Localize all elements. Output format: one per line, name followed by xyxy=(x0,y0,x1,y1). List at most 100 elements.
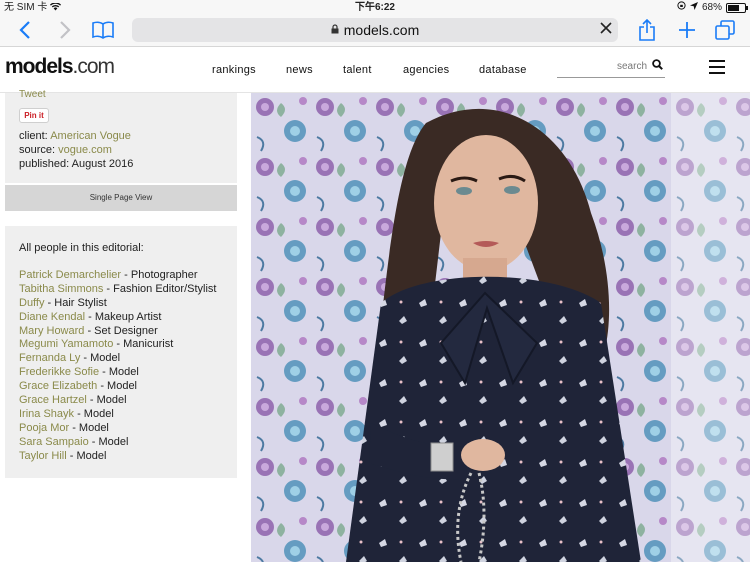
person-name-link[interactable]: Grace Elizabeth xyxy=(19,380,97,392)
person-name-link[interactable]: Megumi Yamamoto xyxy=(19,338,113,350)
forward-button[interactable] xyxy=(54,17,76,43)
tabs-icon xyxy=(715,20,735,40)
person-role: - Makeup Artist xyxy=(85,310,162,323)
person-name-link[interactable]: Irina Shayk xyxy=(19,408,74,420)
person-name-link[interactable]: Fernanda Ly xyxy=(19,352,80,364)
source-row: source: vogue.com xyxy=(19,144,112,156)
person-role: - Manicurist xyxy=(113,338,174,351)
back-button[interactable] xyxy=(14,17,36,43)
bookmarks-button[interactable] xyxy=(90,17,116,43)
book-icon xyxy=(92,21,114,39)
person-name-link[interactable]: Grace Hartzel xyxy=(19,394,87,406)
menu-bar xyxy=(709,60,725,62)
logo-main: models xyxy=(5,55,74,78)
people-list-item: Pooja Mor - Model xyxy=(19,422,216,436)
person-name-link[interactable]: Frederikke Sofie xyxy=(19,366,99,378)
people-list-item: Sara Sampaio - Model xyxy=(19,436,216,450)
tweet-button[interactable]: Tweet xyxy=(19,89,46,100)
menu-icon[interactable] xyxy=(709,60,725,78)
url-bar[interactable]: models.com xyxy=(132,18,618,42)
person-name-link[interactable]: Pooja Mor xyxy=(19,422,69,434)
person-name-link[interactable]: Taylor Hill xyxy=(19,450,67,462)
people-list-item: Patrick Demarchelier - Photographer xyxy=(19,269,216,283)
person-name-link[interactable]: Duffy xyxy=(19,297,44,309)
people-list-item: Grace Elizabeth - Model xyxy=(19,380,216,394)
source-label: source: xyxy=(19,144,56,156)
person-role: - Model xyxy=(69,421,109,434)
logo-tld: .com xyxy=(72,55,116,78)
nav-talent[interactable]: talent xyxy=(343,64,372,76)
rotation-lock-icon xyxy=(677,0,686,15)
menu-bar xyxy=(709,72,725,74)
clock: 下午6:22 xyxy=(354,2,395,13)
nav-rankings[interactable]: rankings xyxy=(212,64,256,76)
nav-database[interactable]: database xyxy=(479,64,527,76)
battery-icon xyxy=(726,2,748,13)
chevron-left-icon xyxy=(19,21,30,39)
battery-percent: 68% xyxy=(701,2,722,13)
plus-icon xyxy=(679,22,695,38)
search-placeholder: search xyxy=(616,61,647,72)
editorial-photo-image xyxy=(251,93,750,562)
person-role: - Model xyxy=(80,352,121,365)
share-button[interactable] xyxy=(636,17,658,43)
editorial-photo[interactable] xyxy=(251,93,750,562)
people-list-item: Mary Howard - Set Designer xyxy=(19,325,216,339)
published-label: published: xyxy=(19,158,70,170)
source-link[interactable]: vogue.com xyxy=(58,144,112,156)
nav-agencies[interactable]: agencies xyxy=(403,64,449,76)
people-list-item: Taylor Hill - Model xyxy=(19,450,216,464)
person-role: - Model xyxy=(97,380,138,393)
close-icon xyxy=(600,22,612,34)
status-right: 68% xyxy=(677,0,748,15)
people-panel: All people in this editorial: Patrick De… xyxy=(5,226,237,478)
tabs-button[interactable] xyxy=(714,17,736,43)
client-row: client: American Vogue xyxy=(19,130,131,142)
chevron-right-icon xyxy=(60,21,71,39)
person-role: - Model xyxy=(99,366,139,379)
person-name-link[interactable]: Patrick Demarchelier xyxy=(19,269,121,281)
people-list-item: Fernanda Ly - Model xyxy=(19,352,216,366)
person-role: - Model xyxy=(86,394,127,407)
people-heading: All people in this editorial: xyxy=(19,242,144,254)
person-role: - Fashion Editor/Stylist xyxy=(103,282,217,295)
people-list-item: Tabitha Simmons - Fashion Editor/Stylist xyxy=(19,283,216,297)
people-list-item: Grace Hartzel - Model xyxy=(19,394,216,408)
clear-url-button[interactable] xyxy=(600,21,612,39)
person-name-link[interactable]: Mary Howard xyxy=(19,325,84,337)
battery-fill xyxy=(728,4,739,11)
site-header: models.com rankings news talent agencies… xyxy=(0,47,750,93)
person-role: - Hair Stylist xyxy=(44,296,107,309)
site-logo[interactable]: models.com xyxy=(5,55,116,79)
person-name-link[interactable]: Diane Kendal xyxy=(19,311,85,323)
search-icon[interactable] xyxy=(652,59,663,73)
status-bar: 无 SIM 卡 下午6:22 68% xyxy=(0,0,750,15)
search-input[interactable]: search xyxy=(557,59,665,78)
menu-bar xyxy=(709,66,725,68)
editorial-info-panel: Tweet Pin it client: American Vogue sour… xyxy=(5,89,237,183)
people-list: Patrick Demarchelier - Photographer Tabit… xyxy=(19,269,216,463)
person-role: - Model xyxy=(88,435,129,448)
browser-toolbar: models.com xyxy=(0,15,750,47)
people-list-item: Megumi Yamamoto - Manicurist xyxy=(19,338,216,352)
single-page-view-button[interactable]: Single Page View xyxy=(5,185,237,211)
person-role: - Model xyxy=(66,449,107,462)
lock-icon xyxy=(331,23,339,37)
people-list-item: Diane Kendal - Makeup Artist xyxy=(19,311,216,325)
person-role: - Model xyxy=(74,407,114,420)
people-list-item: Frederikke Sofie - Model xyxy=(19,366,216,380)
share-icon xyxy=(639,19,655,41)
new-tab-button[interactable] xyxy=(676,17,698,43)
person-name-link[interactable]: Tabitha Simmons xyxy=(19,283,103,295)
person-name-link[interactable]: Sara Sampaio xyxy=(19,436,89,448)
client-link[interactable]: American Vogue xyxy=(50,130,131,142)
people-list-item: Duffy - Hair Stylist xyxy=(19,297,216,311)
client-label: client: xyxy=(19,130,48,142)
location-icon xyxy=(689,0,698,15)
person-role: - Set Designer xyxy=(84,324,158,337)
published-date: August 2016 xyxy=(71,158,134,170)
url-text: models.com xyxy=(343,22,420,38)
people-list-item: Irina Shayk - Model xyxy=(19,408,216,422)
pin-it-button[interactable]: Pin it xyxy=(19,108,49,123)
nav-news[interactable]: news xyxy=(286,64,313,76)
